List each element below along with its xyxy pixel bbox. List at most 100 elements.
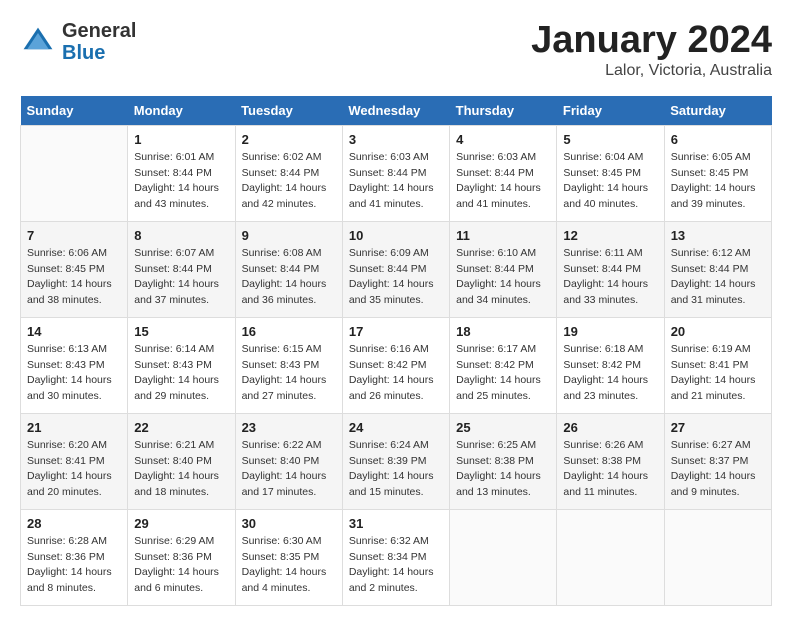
day-number: 20: [671, 324, 765, 339]
day-header-monday: Monday: [128, 96, 235, 126]
day-info: Sunrise: 6:15 AM Sunset: 8:43 PM Dayligh…: [242, 342, 336, 405]
day-info: Sunrise: 6:29 AM Sunset: 8:36 PM Dayligh…: [134, 534, 228, 597]
calendar-cell: 16 Sunrise: 6:15 AM Sunset: 8:43 PM Dayli…: [235, 317, 342, 413]
calendar-cell: 10Sunrise: 6:09 AM Sunset: 8:44 PM Dayli…: [342, 221, 449, 317]
calendar-cell: 18 Sunrise: 6:17 AM Sunset: 8:42 PM Dayli…: [450, 317, 557, 413]
day-number: 31: [349, 516, 443, 531]
month-title: January 2024: [531, 20, 772, 62]
day-info: Sunrise: 6:09 AM Sunset: 8:44 PM Dayligh…: [349, 246, 443, 309]
day-info: Sunrise: 6:26 AM Sunset: 8:38 PM Dayligh…: [563, 438, 657, 501]
calendar-cell: 8 Sunrise: 6:07 AM Sunset: 8:44 PM Daylig…: [128, 221, 235, 317]
day-number: 25: [456, 420, 550, 435]
calendar-cell: 31 Sunrise: 6:32 AM Sunset: 8:34 PM Dayli…: [342, 509, 449, 605]
day-number: 26: [563, 420, 657, 435]
day-header-wednesday: Wednesday: [342, 96, 449, 126]
day-info: Sunrise: 6:12 AM Sunset: 8:44 PM Dayligh…: [671, 246, 765, 309]
day-info: Sunrise: 6:02 AM Sunset: 8:44 PM Dayligh…: [242, 150, 336, 213]
day-number: 23: [242, 420, 336, 435]
day-number: 19: [563, 324, 657, 339]
logo-text: General Blue: [62, 20, 136, 64]
calendar-cell: 20Sunrise: 6:19 AM Sunset: 8:41 PM Dayli…: [664, 317, 771, 413]
day-number: 29: [134, 516, 228, 531]
day-number: 1: [134, 132, 228, 147]
calendar-cell: 27 Sunrise: 6:27 AM Sunset: 8:37 PM Dayli…: [664, 413, 771, 509]
day-number: 4: [456, 132, 550, 147]
day-info: Sunrise: 6:14 AM Sunset: 8:43 PM Dayligh…: [134, 342, 228, 405]
calendar-week-row: 21 Sunrise: 6:20 AM Sunset: 8:41 PM Dayli…: [21, 413, 772, 509]
calendar-cell: 25 Sunrise: 6:25 AM Sunset: 8:38 PM Dayli…: [450, 413, 557, 509]
day-number: 14: [27, 324, 121, 339]
day-info: Sunrise: 6:32 AM Sunset: 8:34 PM Dayligh…: [349, 534, 443, 597]
calendar-cell: 4 Sunrise: 6:03 AM Sunset: 8:44 PM Daylig…: [450, 125, 557, 221]
day-number: 8: [134, 228, 228, 243]
calendar-cell: 5 Sunrise: 6:04 AM Sunset: 8:45 PM Daylig…: [557, 125, 664, 221]
calendar-cell: 1 Sunrise: 6:01 AM Sunset: 8:44 PM Daylig…: [128, 125, 235, 221]
day-header-thursday: Thursday: [450, 96, 557, 126]
day-info: Sunrise: 6:06 AM Sunset: 8:45 PM Dayligh…: [27, 246, 121, 309]
calendar-body: 1 Sunrise: 6:01 AM Sunset: 8:44 PM Daylig…: [21, 125, 772, 605]
calendar-cell: 6Sunrise: 6:05 AM Sunset: 8:45 PM Daylig…: [664, 125, 771, 221]
day-number: 11: [456, 228, 550, 243]
calendar-cell: 23 Sunrise: 6:22 AM Sunset: 8:40 PM Dayli…: [235, 413, 342, 509]
day-info: Sunrise: 6:22 AM Sunset: 8:40 PM Dayligh…: [242, 438, 336, 501]
calendar-cell: [664, 509, 771, 605]
logo: General Blue: [20, 20, 136, 64]
day-number: 22: [134, 420, 228, 435]
day-info: Sunrise: 6:18 AM Sunset: 8:42 PM Dayligh…: [563, 342, 657, 405]
calendar-cell: 13Sunrise: 6:12 AM Sunset: 8:44 PM Dayli…: [664, 221, 771, 317]
calendar-cell: 12Sunrise: 6:11 AM Sunset: 8:44 PM Dayli…: [557, 221, 664, 317]
day-info: Sunrise: 6:01 AM Sunset: 8:44 PM Dayligh…: [134, 150, 228, 213]
calendar-cell: 22 Sunrise: 6:21 AM Sunset: 8:40 PM Dayli…: [128, 413, 235, 509]
day-number: 7: [27, 228, 121, 243]
day-info: Sunrise: 6:20 AM Sunset: 8:41 PM Dayligh…: [27, 438, 121, 501]
calendar-cell: 30Sunrise: 6:30 AM Sunset: 8:35 PM Dayli…: [235, 509, 342, 605]
day-number: 21: [27, 420, 121, 435]
calendar-cell: [450, 509, 557, 605]
day-info: Sunrise: 6:27 AM Sunset: 8:37 PM Dayligh…: [671, 438, 765, 501]
calendar-cell: 7 Sunrise: 6:06 AM Sunset: 8:45 PM Daylig…: [21, 221, 128, 317]
logo-icon: [20, 24, 56, 60]
day-number: 2: [242, 132, 336, 147]
day-info: Sunrise: 6:13 AM Sunset: 8:43 PM Dayligh…: [27, 342, 121, 405]
calendar-cell: 29 Sunrise: 6:29 AM Sunset: 8:36 PM Dayli…: [128, 509, 235, 605]
day-number: 18: [456, 324, 550, 339]
day-number: 27: [671, 420, 765, 435]
calendar-week-row: 14 Sunrise: 6:13 AM Sunset: 8:43 PM Dayli…: [21, 317, 772, 413]
calendar-cell: [21, 125, 128, 221]
day-header-friday: Friday: [557, 96, 664, 126]
day-number: 5: [563, 132, 657, 147]
day-number: 28: [27, 516, 121, 531]
calendar-cell: 9Sunrise: 6:08 AM Sunset: 8:44 PM Daylig…: [235, 221, 342, 317]
calendar-cell: 21 Sunrise: 6:20 AM Sunset: 8:41 PM Dayli…: [21, 413, 128, 509]
location: Lalor, Victoria, Australia: [531, 62, 772, 80]
day-number: 16: [242, 324, 336, 339]
calendar-table: SundayMondayTuesdayWednesdayThursdayFrid…: [20, 96, 772, 606]
calendar-week-row: 28 Sunrise: 6:28 AM Sunset: 8:36 PM Dayli…: [21, 509, 772, 605]
calendar-cell: 19 Sunrise: 6:18 AM Sunset: 8:42 PM Dayli…: [557, 317, 664, 413]
header: General Blue January 2024 Lalor, Victori…: [20, 20, 772, 80]
day-header-saturday: Saturday: [664, 96, 771, 126]
day-info: Sunrise: 6:21 AM Sunset: 8:40 PM Dayligh…: [134, 438, 228, 501]
day-info: Sunrise: 6:04 AM Sunset: 8:45 PM Dayligh…: [563, 150, 657, 213]
day-number: 24: [349, 420, 443, 435]
day-info: Sunrise: 6:07 AM Sunset: 8:44 PM Dayligh…: [134, 246, 228, 309]
calendar-cell: 3Sunrise: 6:03 AM Sunset: 8:44 PM Daylig…: [342, 125, 449, 221]
title-area: January 2024 Lalor, Victoria, Australia: [531, 20, 772, 80]
day-header-sunday: Sunday: [21, 96, 128, 126]
day-info: Sunrise: 6:05 AM Sunset: 8:45 PM Dayligh…: [671, 150, 765, 213]
day-info: Sunrise: 6:28 AM Sunset: 8:36 PM Dayligh…: [27, 534, 121, 597]
day-info: Sunrise: 6:25 AM Sunset: 8:38 PM Dayligh…: [456, 438, 550, 501]
day-info: Sunrise: 6:11 AM Sunset: 8:44 PM Dayligh…: [563, 246, 657, 309]
calendar-cell: 24 Sunrise: 6:24 AM Sunset: 8:39 PM Dayli…: [342, 413, 449, 509]
day-info: Sunrise: 6:03 AM Sunset: 8:44 PM Dayligh…: [349, 150, 443, 213]
day-info: Sunrise: 6:03 AM Sunset: 8:44 PM Dayligh…: [456, 150, 550, 213]
day-number: 15: [134, 324, 228, 339]
calendar-cell: 26 Sunrise: 6:26 AM Sunset: 8:38 PM Dayli…: [557, 413, 664, 509]
day-info: Sunrise: 6:10 AM Sunset: 8:44 PM Dayligh…: [456, 246, 550, 309]
day-info: Sunrise: 6:24 AM Sunset: 8:39 PM Dayligh…: [349, 438, 443, 501]
day-info: Sunrise: 6:30 AM Sunset: 8:35 PM Dayligh…: [242, 534, 336, 597]
calendar-cell: 17Sunrise: 6:16 AM Sunset: 8:42 PM Dayli…: [342, 317, 449, 413]
day-info: Sunrise: 6:17 AM Sunset: 8:42 PM Dayligh…: [456, 342, 550, 405]
day-info: Sunrise: 6:08 AM Sunset: 8:44 PM Dayligh…: [242, 246, 336, 309]
calendar-cell: [557, 509, 664, 605]
